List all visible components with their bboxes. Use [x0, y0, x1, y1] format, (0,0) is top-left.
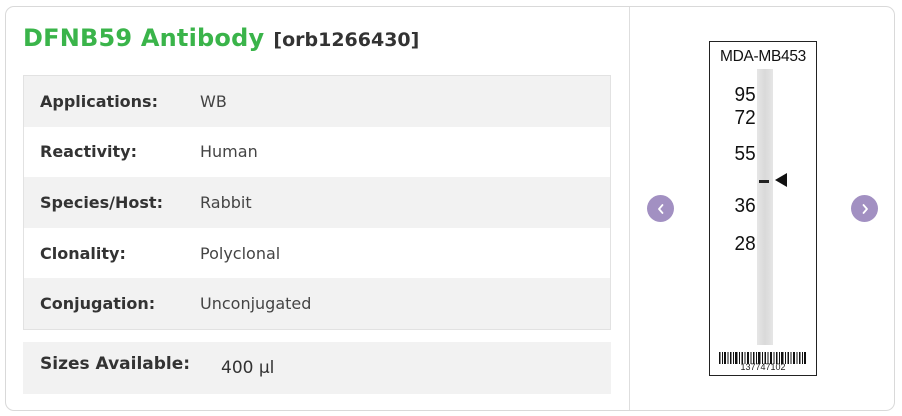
spec-value: Human	[200, 142, 258, 162]
mw-marker: 55	[734, 143, 756, 165]
spec-row-applications: Applications: WB	[24, 76, 610, 127]
mw-marker: 72	[734, 107, 756, 129]
spec-row-clonality: Clonality: Polyclonal	[24, 228, 610, 279]
mw-marker: 95	[734, 84, 756, 106]
spec-value: Rabbit	[200, 192, 252, 212]
mw-marker: 36	[734, 195, 756, 217]
sizes-value: 400 µl	[221, 358, 275, 378]
spec-label: Conjugation:	[40, 294, 156, 314]
mw-marker: 28	[734, 233, 756, 255]
blot-lane	[757, 69, 773, 345]
specs-table: Applications: WB Reactivity: Human Speci…	[23, 75, 611, 330]
spec-label: Applications:	[40, 91, 158, 111]
next-image-button[interactable]	[851, 195, 878, 222]
western-blot-image: MDA-MB453 95 72 55 36 28 137747102	[709, 41, 817, 376]
spec-label: Reactivity:	[40, 142, 137, 162]
spec-row-reactivity: Reactivity: Human	[24, 127, 610, 178]
sizes-available: Sizes Available: 400 µl	[23, 342, 611, 394]
spec-label: Clonality:	[40, 243, 126, 263]
product-title: DFNB59 Antibody [orb1266430]	[23, 24, 419, 52]
previous-image-button[interactable]	[647, 195, 674, 222]
spec-label: Species/Host:	[40, 192, 163, 212]
spec-value: Unconjugated	[200, 294, 312, 314]
chevron-right-icon	[862, 203, 868, 214]
product-name: DFNB59 Antibody	[23, 24, 265, 52]
spec-value: WB	[200, 91, 227, 111]
spec-value: Polyclonal	[200, 243, 281, 263]
product-card: DFNB59 Antibody [orb1266430] Application…	[5, 6, 895, 411]
column-divider	[629, 7, 630, 410]
chevron-left-icon	[657, 203, 663, 214]
blot-band	[759, 180, 769, 183]
blot-sample-label: MDA-MB453	[719, 48, 807, 65]
spec-row-conjugation: Conjugation: Unconjugated	[24, 278, 610, 329]
band-pointer-icon	[775, 173, 787, 187]
product-code: [orb1266430]	[273, 29, 420, 51]
spec-row-species-host: Species/Host: Rabbit	[24, 177, 610, 228]
sizes-label: Sizes Available:	[40, 354, 191, 374]
barcode-number: 137747102	[740, 362, 786, 372]
